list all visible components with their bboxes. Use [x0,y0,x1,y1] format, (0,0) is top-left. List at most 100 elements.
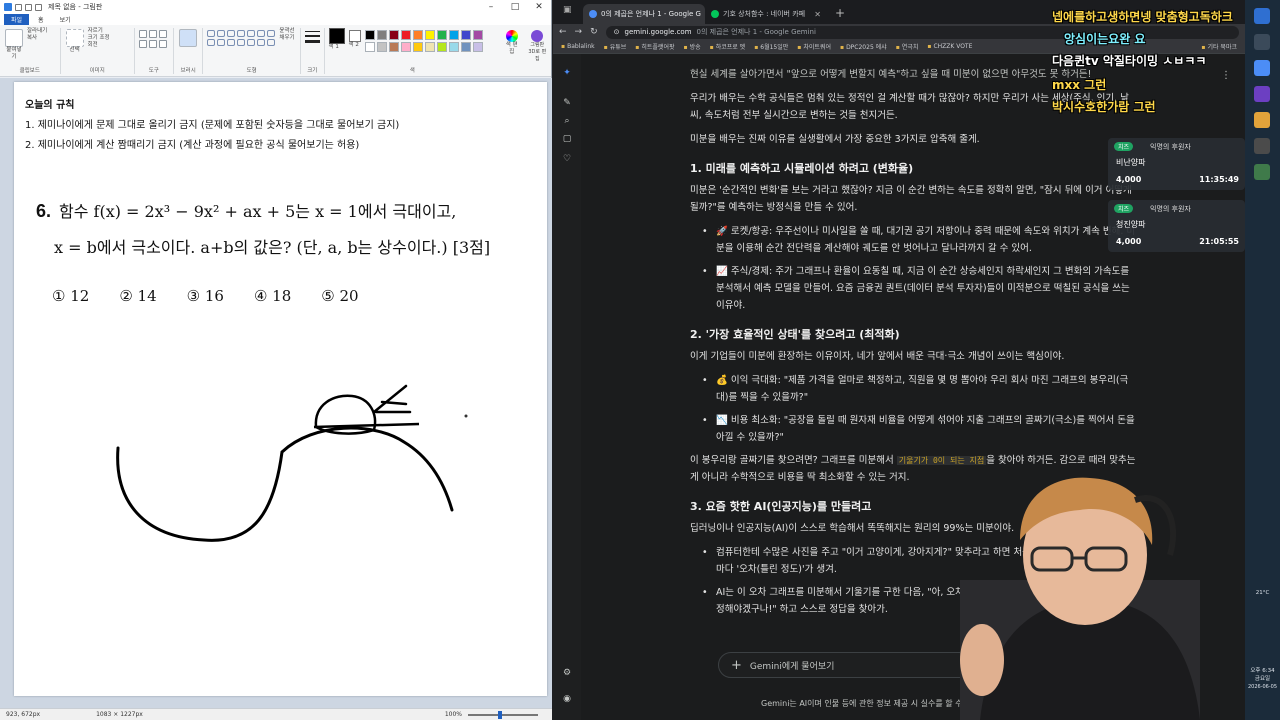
shape-right-triangle-icon[interactable] [207,39,216,46]
color1-button[interactable]: 색 1 [328,28,345,52]
settings-icon[interactable]: ⚙ [562,668,572,678]
back-icon[interactable]: ← [559,27,567,37]
section-1-list: 🚀 로켓/항공: 우주선이나 미사일을 쏠 때, 대기권 공기 저항이나 중력 … [690,223,1140,314]
paint3d-icon[interactable] [531,30,544,42]
overlay-chat-4: mxx 그런 [1052,78,1107,92]
bookmark-item[interactable]: 방송 [683,42,701,51]
bookmark-item[interactable]: 유튜브 [604,42,627,51]
minimize-button[interactable]: – [479,2,503,12]
shape-polygon-icon[interactable] [257,30,266,37]
rotate-button[interactable]: 회전 [88,42,110,49]
crop-button[interactable]: 자르기 [88,28,110,35]
tab-search-icon[interactable]: ▣ [563,5,577,19]
shape-star-icon[interactable] [257,39,266,46]
zoom-slider[interactable] [468,710,538,719]
size-lines-icon[interactable] [304,31,320,43]
shape-curve-icon[interactable] [217,30,226,37]
more-options-icon[interactable]: ⋮ [1221,70,1231,81]
copy-button[interactable]: 복사 [27,35,47,42]
bookmark-item[interactable]: 6월15일만 [754,42,788,51]
search-icon[interactable]: ⌕ [562,116,572,126]
shape-line-icon[interactable] [207,30,216,37]
account-icon[interactable]: ◉ [562,694,572,704]
weather-temperature[interactable]: 21°C [1245,590,1280,597]
eraser-icon[interactable] [138,40,147,48]
paint-window: 제목 없음 - 그림판 – □ ✕ 파일 홈 보기 붙여넣기 잘라내기 복사 클… [0,0,552,720]
shape-triangle-icon[interactable] [267,30,276,37]
cut-button[interactable]: 잘라내기 [27,28,47,35]
shape-callout-icon[interactable] [267,39,276,46]
maximize-button[interactable]: □ [503,2,527,12]
resize-button[interactable]: 크기 조정 [88,35,110,42]
drawing-canvas[interactable]: 오늘의 규칙 1. 제미나이에게 문제 그대로 올리기 금지 (문제에 포함된 … [14,82,547,696]
tab-view[interactable]: 보기 [53,14,78,25]
app-taskbar-icon[interactable] [1254,164,1270,180]
outline-dropdown[interactable]: 윤곽선 [279,28,294,35]
shape-diamond-icon[interactable] [217,39,226,46]
select-button[interactable]: 선택 [65,28,85,54]
colors-group: 색 1 색 2 색 [325,28,500,74]
brushes-group: 브러시 [174,28,204,74]
plus-icon[interactable]: + [731,658,742,673]
color-picker-icon[interactable] [148,40,157,48]
bookmark-item[interactable]: Bablalink [561,43,595,50]
tab-file[interactable]: 파일 [4,14,30,25]
new-tab-button[interactable]: + [835,6,845,20]
new-chat-icon[interactable]: ✎ [562,98,572,108]
paste-button[interactable]: 붙여넣기 [4,28,24,61]
quick-access-toolbar [15,3,42,11]
bookmark-item[interactable]: 연극치 [896,42,919,51]
bookmark-item[interactable]: 히트플랫어팟 [635,42,674,51]
clipboard-group: 붙여넣기 잘라내기 복사 클립보드 [0,28,61,74]
site-info-icon[interactable]: ⊙ [614,28,620,36]
fill-icon[interactable] [148,30,157,38]
section-2-list: 💰 이익 극대화: "제품 가격을 얼마로 책정하고, 직원을 몇 명 뽑아야 … [690,372,1140,446]
clock-time[interactable]: 오후 6:34 [1245,668,1280,675]
reload-icon[interactable]: ↻ [590,27,598,37]
magnifier-icon[interactable] [158,40,167,48]
shape-arrow-icon[interactable] [247,39,256,46]
edit-colors-icon[interactable] [505,30,518,42]
chrome-taskbar-icon[interactable] [1254,60,1270,76]
obs-taskbar-icon[interactable] [1254,138,1270,154]
search-taskbar-icon[interactable] [1254,34,1270,50]
gemini-sidebar: ✦ ✎ ⌕ ▢ ♡ ⚙ ◉ [553,54,581,720]
tab-naver-cafe[interactable]: 기호 상처함수 : 네이버 카페 ✕ [705,4,827,24]
explore-icon[interactable]: ▢ [562,134,572,144]
list-item: 🚀 로켓/항공: 우주선이나 미사일을 쏠 때, 대기권 공기 저항이나 중력 … [702,223,1140,257]
text-icon[interactable] [158,30,167,38]
bookmark-item[interactable]: 하코프로 멧 [710,42,746,51]
shape-oval-icon[interactable] [227,30,236,37]
forward-icon[interactable]: → [575,27,583,37]
shape-hexagon-icon[interactable] [237,39,246,46]
shape-pentagon-icon[interactable] [227,39,236,46]
shape-rounded-rect-icon[interactable] [247,30,256,37]
save-icon[interactable] [15,3,22,11]
gemini-logo-icon[interactable]: ✦ [562,68,572,78]
color-palette[interactable] [364,30,483,52]
other-bookmarks[interactable]: 기타 북마크 [1201,42,1237,51]
close-tab-icon[interactable]: ✕ [814,10,821,19]
shape-rect-icon[interactable] [237,30,246,37]
clock-day: 금요일 [1254,676,1271,682]
redo-icon[interactable] [35,3,42,11]
brush-icon[interactable] [179,29,198,47]
discord-taskbar-icon[interactable] [1254,86,1270,102]
color2-button[interactable]: 색 2 [348,28,361,52]
tab-gemini[interactable]: 0의 제곱은 언제나 1 - Google G ✕ [583,4,705,24]
list-item: 📉 비용 최소화: "공장을 돌릴 때 원자재 비율을 어떻게 섞어야 지출 그… [702,412,1140,446]
undo-icon[interactable] [25,3,32,11]
window-title: 제목 없음 - 그림판 [48,3,103,11]
close-button[interactable]: ✕ [527,2,551,12]
paste-icon [5,29,23,47]
tab-home[interactable]: 홈 [31,14,51,25]
pencil-icon[interactable] [138,30,147,38]
bookmark-item[interactable]: CHZZK VOTE [927,43,972,50]
folder-taskbar-icon[interactable] [1254,112,1270,128]
image-dimensions: 1083 × 1227px [96,711,143,718]
bookmark-item[interactable]: DPC2025 에샤 [840,42,887,51]
start-icon[interactable] [1254,8,1270,24]
fill-dropdown[interactable]: 채우기 [279,35,294,42]
bookmark-item[interactable]: 차이트쿼어 [797,42,831,51]
gems-icon[interactable]: ♡ [562,154,572,164]
